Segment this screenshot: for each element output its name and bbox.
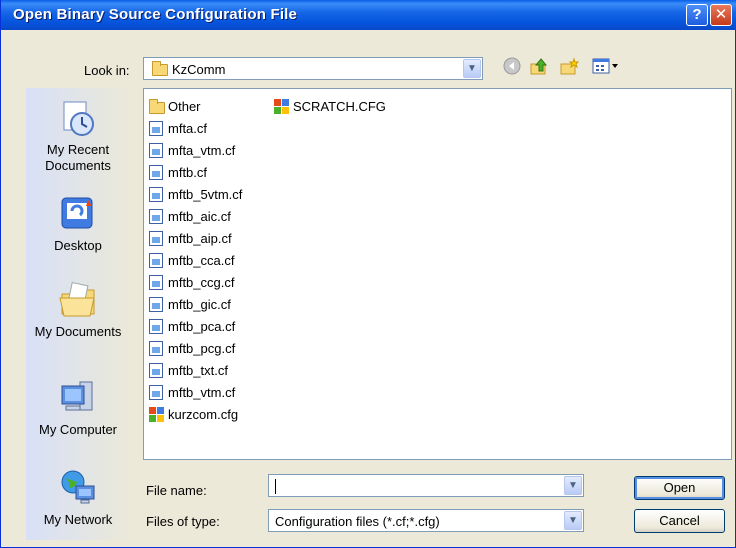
place-my-documents[interactable]: My Documents bbox=[23, 280, 133, 339]
folder-icon bbox=[149, 99, 165, 114]
file-name: mftb_ccg.cf bbox=[168, 275, 235, 290]
cf-file-icon bbox=[149, 297, 163, 312]
cf-file-icon bbox=[149, 143, 163, 158]
file-name: mftb_pca.cf bbox=[168, 319, 236, 334]
my-computer-icon bbox=[58, 378, 98, 418]
chevron-down-icon[interactable]: ▼ bbox=[564, 511, 582, 530]
cf-file-icon bbox=[149, 209, 163, 224]
chevron-down-icon[interactable]: ▼ bbox=[564, 476, 582, 495]
open-button[interactable]: Open bbox=[634, 476, 725, 500]
file-list[interactable]: Other mfta.cf mfta_vtm.cf mftb.cf mftb_5… bbox=[143, 88, 732, 460]
new-folder-icon[interactable] bbox=[558, 57, 580, 79]
recent-documents-icon bbox=[58, 98, 98, 138]
file-name: mftb_gic.cf bbox=[168, 297, 231, 312]
file-name: mftb_pcg.cf bbox=[168, 341, 236, 356]
place-my-network[interactable]: My Network bbox=[23, 468, 133, 527]
file-type-value: Configuration files (*.cf;*.cfg) bbox=[275, 514, 440, 529]
cf-file-icon bbox=[149, 165, 163, 180]
place-label: Desktop bbox=[54, 238, 102, 253]
cf-file-icon bbox=[149, 187, 163, 202]
window-title: Open Binary Source Configuration File bbox=[13, 6, 298, 23]
cf-file-icon bbox=[149, 253, 163, 268]
cf-file-icon bbox=[149, 275, 163, 290]
cf-file-icon bbox=[149, 385, 163, 400]
file-name: mftb_cca.cf bbox=[168, 253, 235, 268]
file-name: mftb_txt.cf bbox=[168, 363, 228, 378]
place-label: My Computer bbox=[38, 422, 118, 437]
file-type-label: Files of type: bbox=[146, 514, 220, 529]
file-name: Other bbox=[168, 99, 201, 114]
view-menu-icon[interactable] bbox=[589, 57, 623, 79]
cf-file-icon bbox=[149, 231, 163, 246]
file-name: mftb_aic.cf bbox=[168, 209, 231, 224]
help-button[interactable]: ? bbox=[686, 4, 708, 26]
place-label: My Documents bbox=[34, 324, 122, 339]
text-caret bbox=[275, 479, 276, 494]
cancel-button[interactable]: Cancel bbox=[634, 509, 725, 533]
cf-file-icon bbox=[149, 319, 163, 334]
place-my-recent-documents[interactable]: My Recent Documents bbox=[23, 98, 133, 174]
cf-file-icon bbox=[149, 341, 163, 356]
chevron-down-icon[interactable]: ▼ bbox=[463, 59, 481, 78]
open-file-dialog: Open Binary Source Configuration File ? … bbox=[0, 0, 736, 548]
look-in-value: KzComm bbox=[172, 62, 226, 77]
up-folder-icon[interactable] bbox=[528, 57, 550, 79]
file-name: mftb_aip.cf bbox=[168, 231, 232, 246]
desktop-icon bbox=[58, 194, 98, 234]
file-name: mftb_5vtm.cf bbox=[168, 187, 243, 202]
my-documents-icon bbox=[58, 280, 98, 320]
file-type-select[interactable]: Configuration files (*.cf;*.cfg) ▼ bbox=[268, 509, 584, 532]
file-name: kurzcom.cfg bbox=[168, 407, 239, 422]
place-label: My Network bbox=[43, 512, 113, 527]
file-name-input[interactable]: ▼ bbox=[268, 474, 584, 497]
cfg-file-icon bbox=[274, 99, 290, 115]
cf-file-icon bbox=[149, 363, 163, 378]
cfg-file-icon bbox=[149, 407, 165, 423]
place-label: My Recent Documents bbox=[45, 142, 111, 173]
back-icon[interactable] bbox=[501, 57, 523, 79]
file-name: mftb_vtm.cf bbox=[168, 385, 236, 400]
my-network-icon bbox=[58, 468, 98, 508]
place-my-computer[interactable]: My Computer bbox=[23, 378, 133, 437]
file-name: mfta.cf bbox=[168, 121, 208, 136]
places-bar: My Recent Documents Desktop My Documents… bbox=[26, 88, 132, 540]
file-name: mfta_vtm.cf bbox=[168, 143, 236, 158]
place-desktop[interactable]: Desktop bbox=[23, 194, 133, 253]
file-name: SCRATCH.CFG bbox=[293, 99, 386, 114]
look-in-label: Look in: bbox=[84, 63, 130, 78]
cf-file-icon bbox=[149, 121, 163, 136]
close-button[interactable]: ✕ bbox=[710, 4, 732, 26]
file-name-label: File name: bbox=[146, 483, 207, 498]
file-name: mftb.cf bbox=[168, 165, 208, 180]
folder-icon bbox=[152, 61, 168, 76]
title-bar[interactable]: Open Binary Source Configuration File ? … bbox=[1, 0, 736, 30]
look-in-dropdown[interactable]: KzComm ▼ bbox=[143, 57, 483, 80]
